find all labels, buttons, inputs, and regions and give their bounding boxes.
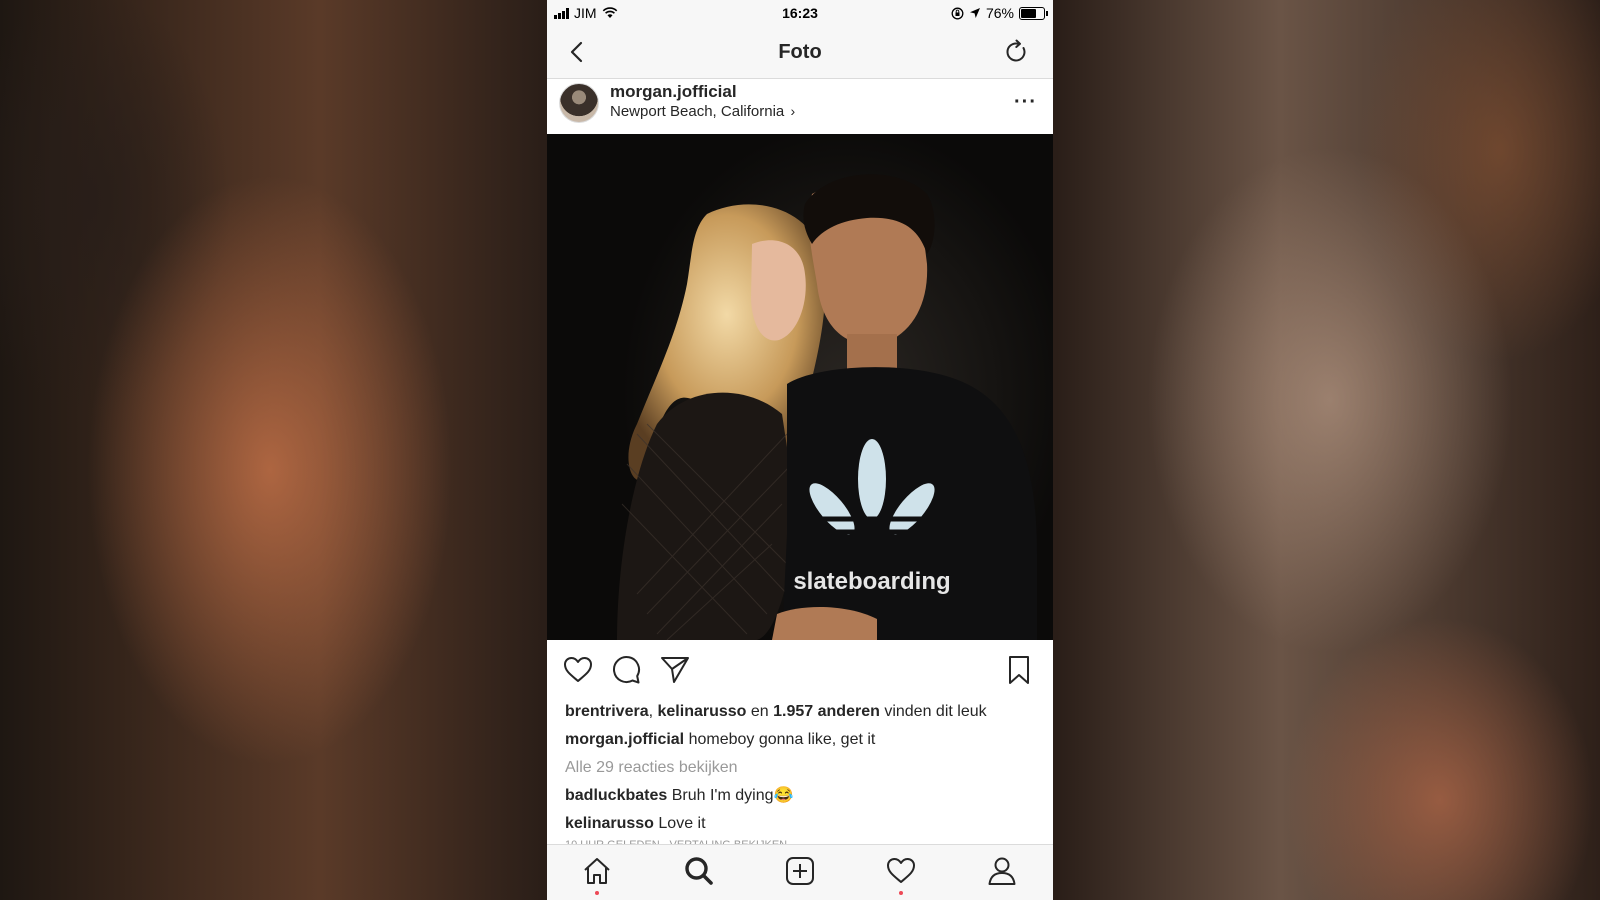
orientation-lock-icon — [951, 7, 964, 19]
post-action-bar — [547, 650, 1053, 690]
bookmark-icon[interactable] — [1003, 654, 1035, 686]
home-icon[interactable] — [581, 855, 613, 887]
navigation-bar: Foto — [547, 26, 1053, 79]
location-text: Newport Beach, California — [610, 103, 785, 120]
liker-username[interactable]: kelinarusso — [658, 703, 747, 720]
post-header: morgan.jofficial Newport Beach, Californ… — [547, 79, 1053, 134]
comment-text: Bruh I'm dying😂 — [671, 787, 794, 804]
comment-username[interactable]: badluckbates — [565, 787, 667, 804]
battery-level — [1021, 8, 1036, 18]
phone-screen: JIM 16:23 76% Foto morgan.jofficial Newp… — [547, 0, 1053, 900]
likes-count[interactable]: 1.957 anderen — [773, 703, 880, 720]
likes-line: brentrivera, kelinarusso en 1.957 andere… — [565, 698, 1045, 726]
post-location[interactable]: Newport Beach, California › — [610, 103, 795, 120]
activity-notification-dot — [899, 891, 903, 895]
add-post-icon[interactable] — [784, 855, 816, 887]
comment-icon[interactable] — [610, 654, 642, 686]
page-title: Foto — [778, 41, 822, 63]
activity-heart-icon[interactable] — [885, 855, 917, 887]
battery-percentage: 76% — [985, 5, 1014, 21]
comment-item: kelinarusso Love it — [565, 810, 1045, 838]
chevron-right-icon: › — [790, 103, 796, 119]
shirt-print-text: slateboarding — [793, 568, 950, 595]
view-all-comments-link[interactable]: Alle 29 reacties bekijken — [565, 754, 1045, 782]
caption-username[interactable]: morgan.jofficial — [565, 731, 684, 748]
likes-suffix: vinden dit leuk — [884, 703, 987, 720]
post-photo[interactable]: slateboarding — [547, 134, 1053, 640]
avatar[interactable] — [559, 83, 599, 123]
share-icon[interactable] — [659, 654, 691, 686]
bottom-tab-bar — [547, 844, 1053, 900]
comment-username[interactable]: kelinarusso — [565, 815, 654, 832]
likes-conjunction: en — [750, 703, 769, 720]
post-username[interactable]: morgan.jofficial — [610, 82, 737, 102]
comment-text: Love it — [658, 815, 706, 832]
battery-icon — [1019, 6, 1048, 20]
profile-icon[interactable] — [986, 855, 1018, 887]
location-arrow-icon — [969, 8, 980, 18]
liker-username[interactable]: brentrivera — [565, 703, 649, 720]
likes-separator: , — [648, 703, 654, 720]
caption-line: morgan.jofficial homeboy gonna like, get… — [565, 726, 1045, 754]
search-icon[interactable] — [683, 855, 715, 887]
status-bar: JIM 16:23 76% — [547, 0, 1053, 26]
post-details: brentrivera, kelinarusso en 1.957 andere… — [565, 698, 1045, 846]
refresh-icon[interactable] — [1003, 39, 1029, 65]
comment-item: badluckbates Bruh I'm dying😂 — [565, 782, 1045, 810]
more-options-button[interactable]: ··· — [1014, 91, 1037, 114]
status-right: 76% — [951, 5, 1048, 21]
caption-text: homeboy gonna like, get it — [688, 731, 876, 748]
heart-icon[interactable] — [562, 654, 594, 686]
home-notification-dot — [595, 891, 599, 895]
photo-illustration: slateboarding — [617, 174, 1037, 640]
